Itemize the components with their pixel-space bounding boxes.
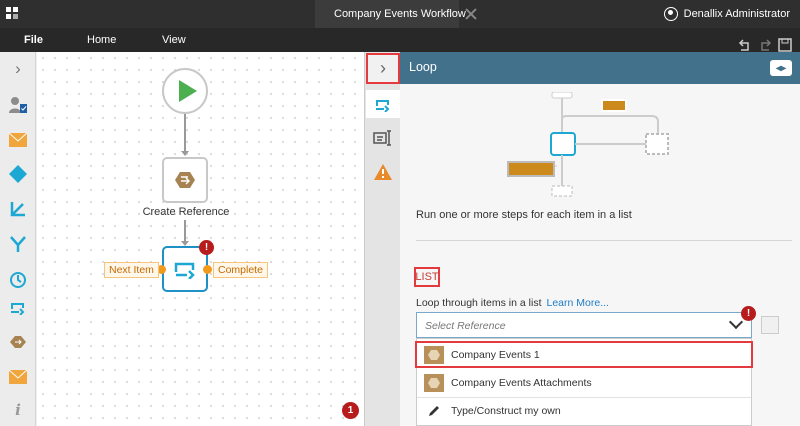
- text-field-icon: [373, 130, 391, 146]
- canvas-notification-badge[interactable]: 1: [342, 402, 359, 419]
- toolbox-expand-icon[interactable]: ›: [8, 59, 28, 79]
- menu-file[interactable]: File: [24, 34, 43, 46]
- panel-title: Loop: [409, 60, 437, 74]
- undo-icon[interactable]: [738, 38, 752, 52]
- reference-icon[interactable]: [8, 332, 28, 352]
- connector-arrow: [181, 151, 189, 156]
- decision-icon[interactable]: [8, 164, 28, 184]
- tab-company-events-workflow[interactable]: Company Events Workflow: [315, 0, 466, 28]
- email-icon[interactable]: [8, 367, 28, 387]
- loop-label-text: Loop through items in a list: [416, 297, 542, 309]
- collapse-panel-button[interactable]: ›: [366, 53, 400, 84]
- option-type-construct[interactable]: Type/Construct my own: [417, 397, 751, 424]
- option-label: Company Events Attachments: [451, 376, 592, 389]
- tab-errors[interactable]: [369, 158, 397, 186]
- user-task-icon[interactable]: [8, 95, 28, 115]
- list-section-heading: LIST: [414, 267, 440, 287]
- title-bar: Company Events Workflow Denallix Adminis…: [0, 0, 800, 28]
- complete-port[interactable]: [203, 265, 212, 274]
- reference-dropdown-list: Company Events 1 Company Events Attachme…: [415, 338, 753, 426]
- loop-icon: [174, 262, 195, 279]
- pencil-icon: [423, 402, 445, 420]
- edit-expression-button[interactable]: [761, 316, 779, 334]
- reference-icon: [423, 345, 445, 364]
- app-menu-icon[interactable]: [6, 7, 20, 21]
- reference-icon: [423, 373, 445, 392]
- select-error-badge: !: [741, 306, 756, 321]
- expand-arrows-icon: ◂▸: [775, 62, 787, 74]
- menu-home[interactable]: Home: [87, 34, 116, 46]
- reference-icon: [175, 172, 195, 188]
- loop-icon[interactable]: [8, 297, 28, 317]
- loop-icon: [376, 100, 390, 112]
- connector-line: [184, 220, 186, 242]
- reference-select[interactable]: Select Reference: [416, 312, 752, 338]
- warning-icon: [374, 164, 392, 180]
- option-label: Company Events 1: [451, 348, 540, 361]
- panel-header: Loop ◂▸: [400, 52, 800, 84]
- user-avatar-icon: [663, 7, 678, 21]
- user-menu[interactable]: Denallix Administrator: [663, 0, 790, 28]
- divider: [416, 240, 792, 241]
- redo-icon[interactable]: [758, 38, 772, 52]
- user-name: Denallix Administrator: [683, 8, 790, 20]
- next-item-label: Next Item: [104, 262, 159, 278]
- loop-description: Run one or more steps for each item in a…: [416, 209, 632, 221]
- loop-error-badge: !: [199, 240, 214, 255]
- tab-loop-properties[interactable]: [366, 90, 400, 118]
- toolbox-panel: › i: [0, 52, 36, 426]
- loop-illustration: [507, 92, 669, 197]
- email-icon[interactable]: [8, 130, 28, 150]
- complete-label: Complete: [213, 262, 268, 278]
- start-node[interactable]: [162, 68, 208, 114]
- tab-text-properties[interactable]: [369, 124, 397, 152]
- close-tab-icon[interactable]: [464, 7, 478, 21]
- merge-icon[interactable]: [8, 234, 28, 254]
- select-placeholder: Select Reference: [425, 320, 506, 332]
- create-reference-node[interactable]: [162, 157, 208, 203]
- option-company-events-attachments[interactable]: Company Events Attachments: [417, 369, 751, 396]
- timer-icon[interactable]: [8, 269, 28, 289]
- tab-title: Company Events Workflow: [334, 8, 466, 20]
- chevron-right-icon: ›: [380, 58, 386, 78]
- branch-icon[interactable]: [8, 199, 28, 219]
- save-icon[interactable]: [778, 38, 792, 52]
- menu-view[interactable]: View: [162, 34, 186, 46]
- connector-line: [184, 114, 186, 152]
- create-reference-label: Create Reference: [142, 206, 230, 218]
- learn-more-link[interactable]: Learn More...: [547, 297, 609, 309]
- info-icon[interactable]: i: [8, 400, 28, 420]
- option-company-events-1[interactable]: Company Events 1: [415, 341, 753, 368]
- expand-panel-button[interactable]: ◂▸: [770, 60, 792, 76]
- option-label: Type/Construct my own: [451, 405, 561, 417]
- workflow-canvas[interactable]: [37, 52, 364, 426]
- loop-field-label: Loop through items in a list Learn More..…: [416, 297, 609, 309]
- menu-bar: File Home View: [0, 28, 800, 52]
